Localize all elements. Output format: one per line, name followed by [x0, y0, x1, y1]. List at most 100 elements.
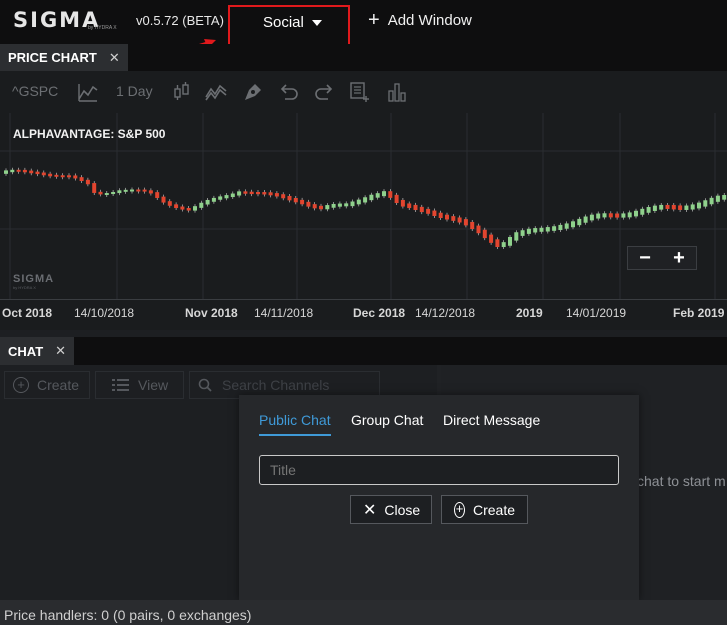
candle: [526, 228, 531, 234]
candle: [583, 216, 588, 223]
price-chart-tabbar: PRICE CHART ✕: [0, 44, 727, 71]
create-channel-button[interactable]: + Create: [4, 371, 90, 399]
candle: [394, 194, 399, 204]
line-chart-icon[interactable]: [77, 81, 99, 103]
candle: [249, 191, 254, 195]
view-channels-button[interactable]: View: [95, 371, 184, 399]
candle: [426, 208, 431, 214]
candle: [211, 197, 216, 202]
candle: [407, 203, 412, 209]
candle: [262, 192, 267, 195]
symbol-selector[interactable]: ^GSPC: [12, 83, 58, 99]
candle: [10, 169, 15, 173]
x-tick-label: Dec 2018: [353, 306, 406, 320]
candle: [130, 189, 134, 192]
candle: [608, 213, 613, 218]
candle: [382, 191, 386, 197]
candle: [337, 203, 342, 207]
candle: [671, 204, 676, 210]
candle: [16, 169, 21, 172]
candle: [230, 193, 235, 198]
tab-public-chat[interactable]: Public Chat: [259, 412, 331, 428]
candle: [142, 189, 147, 192]
candle: [722, 195, 727, 200]
chart-title: ALPHAVANTAGE: S&P 500: [13, 127, 166, 141]
close-button[interactable]: ✕ Close: [350, 495, 432, 524]
create-button[interactable]: + Create: [441, 495, 528, 524]
candle: [193, 206, 197, 211]
candle: [652, 205, 657, 211]
candle: [161, 196, 166, 203]
candle: [67, 175, 71, 178]
close-icon[interactable]: ✕: [55, 343, 66, 359]
volume-bars-icon[interactable]: [386, 81, 408, 103]
candle: [476, 225, 481, 234]
candlestick-icon[interactable]: [171, 81, 193, 103]
candle: [186, 207, 191, 211]
tab-price-chart[interactable]: PRICE CHART ✕: [0, 44, 128, 71]
add-note-icon[interactable]: [349, 81, 371, 103]
price-chart-area[interactable]: ALPHAVANTAGE: S&P 500 − + SIGMA by HYDRA…: [0, 113, 727, 330]
tab-chat[interactable]: CHAT ✕: [0, 337, 75, 365]
candle: [60, 175, 65, 178]
x-tick-label: 14/12/2018: [415, 306, 476, 320]
chat-empty-hint: chat to start m: [637, 473, 726, 489]
add-window-label: Add Window: [387, 12, 472, 29]
candle: [224, 195, 229, 199]
version-label: v0.5.72 (BETA): [136, 13, 224, 28]
candle: [640, 208, 645, 215]
candle: [117, 190, 122, 194]
close-icon[interactable]: ✕: [109, 50, 120, 66]
undo-icon[interactable]: [278, 81, 300, 103]
candle: [709, 197, 714, 205]
chart-toolbar: ^GSPC 1 Day: [0, 71, 727, 113]
candle: [558, 224, 563, 231]
drawing-pen-icon[interactable]: [242, 81, 264, 103]
candle: [344, 203, 349, 207]
channel-title-input[interactable]: [259, 455, 619, 485]
candle: [577, 218, 582, 226]
tab-direct-message[interactable]: Direct Message: [443, 412, 540, 428]
search-icon: [198, 378, 212, 392]
candle: [35, 171, 40, 175]
candle: [319, 205, 323, 210]
x-tick-label: Oct 2018: [2, 306, 53, 320]
candle: [167, 201, 172, 206]
candle: [54, 174, 59, 177]
x-tick-label: 14/10/2018: [74, 306, 135, 320]
candle: [615, 213, 620, 218]
search-channels-placeholder: Search Channels: [222, 377, 330, 393]
candle: [715, 195, 720, 202]
zoom-out-button[interactable]: −: [628, 248, 662, 268]
candle: [237, 191, 242, 196]
add-window-button[interactable]: + Add Window: [368, 10, 472, 30]
candle: [274, 193, 279, 197]
candle: [22, 169, 27, 173]
candle: [199, 202, 204, 208]
status-text: Price handlers: 0 (0 pairs, 0 exchanges): [4, 607, 252, 623]
view-channels-label: View: [138, 377, 169, 393]
candle: [545, 227, 550, 232]
x-tick-label: 2019: [516, 306, 543, 320]
candle: [451, 216, 456, 221]
candle: [41, 172, 46, 176]
candle: [703, 200, 708, 207]
chart-watermark: SIGMA: [13, 273, 55, 285]
interval-selector[interactable]: 1 Day: [116, 83, 153, 99]
candle: [325, 205, 330, 210]
candle: [180, 206, 185, 210]
candle: [356, 199, 361, 205]
candle: [495, 239, 500, 248]
candle: [306, 201, 311, 207]
candle: [243, 191, 248, 194]
tab-group-chat[interactable]: Group Chat: [351, 412, 423, 428]
redo-icon[interactable]: [313, 81, 335, 103]
candle: [432, 210, 437, 217]
candle: [539, 227, 544, 232]
candle: [508, 236, 512, 246]
active-tab-underline: [259, 434, 331, 436]
create-button-label: Create: [472, 501, 515, 518]
candle: [79, 177, 84, 182]
zoom-in-button[interactable]: +: [662, 248, 696, 268]
indicators-icon[interactable]: [205, 81, 227, 103]
